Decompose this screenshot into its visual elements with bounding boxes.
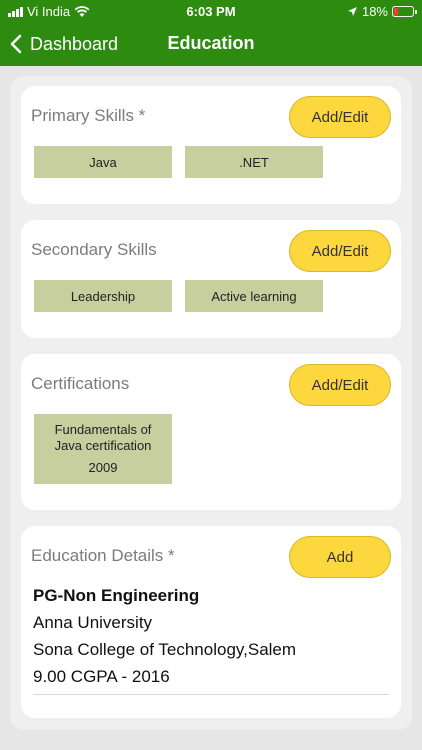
skill-chip: .NET [185,146,323,178]
primary-skills-title: Primary Skills * [31,106,146,125]
battery-icon [392,6,417,17]
education-details-card: Education Details * Add PG-Non Engineeri… [21,526,401,718]
location-icon [347,7,357,16]
secondary-skills-card: Secondary Skills Add/Edit Leadership Act… [21,220,401,338]
certification-name-line1: Fundamentals of [54,422,152,437]
education-degree: PG-Non Engineering [33,586,200,605]
education-details-title: Education Details * [31,546,175,565]
certifications-title: Certifications [31,374,130,393]
education-score: 9.00 CGPA - 2016 [33,667,170,686]
education-add-button[interactable]: Add [289,536,391,578]
primary-skills-add-edit-button[interactable]: Add/Edit [289,96,391,138]
certifications-card: Certifications Add/Edit Fundamentals of … [21,354,401,510]
certification-chip: Fundamentals of Java certification 2009 [34,414,172,484]
secondary-skills-title: Secondary Skills [31,240,157,259]
secondary-skills-add-edit-button[interactable]: Add/Edit [289,230,391,272]
certifications-add-edit-button[interactable]: Add/Edit [289,364,391,406]
skill-chip: Active learning [185,280,323,312]
skill-chip: Java [34,146,172,178]
app-header: Vi India 6:03 PM 18% Dashboard Education [0,0,422,66]
education-university: Anna University [33,613,153,632]
skill-chip: Leadership [34,280,172,312]
education-college: Sona College of Technology,Salem [33,640,297,659]
certification-year: 2009 [88,460,118,475]
primary-skills-card: Primary Skills * Add/Edit Java .NET [21,86,401,204]
page-title: Education [167,33,255,53]
battery-percent: 18% [361,4,388,19]
status-bar: Vi India 6:03 PM 18% [0,0,422,22]
status-right: 18% [347,4,417,19]
education-divider [33,694,389,695]
certification-name-line2: Java certification [54,438,152,453]
